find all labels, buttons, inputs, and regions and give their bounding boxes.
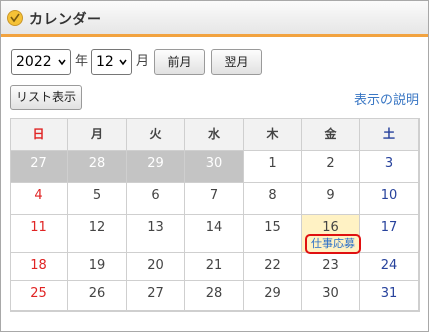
day-number: 28 (88, 156, 106, 171)
day-number: 31 (380, 286, 398, 301)
chevron-down-icon (119, 59, 127, 66)
weekday-header: 月 (68, 118, 127, 151)
calendar-day-cell[interactable]: 31 (360, 281, 419, 311)
calendar-day-cell[interactable]: 1 (244, 151, 302, 183)
month-select[interactable]: 12 (91, 49, 132, 75)
calendar-day-cell[interactable]: 12 (68, 215, 127, 253)
calendar-day-cell[interactable]: 29 (127, 151, 185, 183)
day-number: 4 (34, 188, 43, 203)
day-number: 26 (88, 286, 106, 301)
calendar-day-cell[interactable]: 28 (68, 151, 127, 183)
day-number: 3 (384, 156, 394, 171)
day-number: 6 (151, 188, 160, 203)
header-accent-line (1, 34, 428, 37)
calendar-day-cell[interactable]: 6 (127, 183, 185, 215)
calendar-day-cell[interactable]: 27 (10, 151, 68, 183)
day-number: 2 (326, 156, 335, 171)
calendar-day-cell[interactable]: 20 (127, 253, 185, 281)
next-month-button[interactable]: 翌月 (211, 49, 262, 75)
day-number: 9 (326, 188, 335, 203)
day-number: 17 (380, 220, 398, 235)
month-unit-label: 月 (136, 54, 150, 69)
calendar-day-cell[interactable]: 15 (244, 215, 302, 253)
weekday-header: 水 (185, 118, 244, 151)
calendar-day-cell[interactable]: 14 (185, 215, 244, 253)
day-number: 5 (92, 188, 102, 203)
calendar-day-cell[interactable]: 27 (127, 281, 185, 311)
day-number: 19 (88, 258, 106, 273)
calendar-day-cell[interactable]: 19 (68, 253, 127, 281)
calendar-day-cell[interactable]: 17 (360, 215, 419, 253)
calendar-day-cell[interactable]: 30 (302, 281, 360, 311)
calendar-day-cell[interactable]: 25 (10, 281, 68, 311)
day-number: 25 (30, 286, 47, 301)
calendar-day-cell[interactable]: 29 (244, 281, 302, 311)
day-number: 21 (205, 258, 223, 273)
calendar-day-cell[interactable]: 24 (360, 253, 419, 281)
day-number: 10 (380, 188, 398, 203)
day-number: 13 (147, 220, 164, 235)
weekday-header: 金 (302, 118, 360, 151)
display-help-link[interactable]: 表示の説明 (354, 89, 419, 108)
day-number: 28 (205, 286, 223, 301)
month-select-value: 12 (96, 54, 114, 70)
calendar-day-cell[interactable]: 7 (185, 183, 244, 215)
weekday-header: 木 (244, 118, 302, 151)
day-number: 29 (147, 156, 164, 171)
day-number: 12 (88, 220, 106, 235)
day-number: 22 (264, 258, 281, 273)
day-number: 1 (268, 156, 277, 171)
calendar-day-cell[interactable]: 22 (244, 253, 302, 281)
calendar-day-cell[interactable]: 21 (185, 253, 244, 281)
calendar-day-cell[interactable]: 11 (10, 215, 68, 253)
day-number: 29 (264, 286, 281, 301)
day-number: 8 (268, 188, 277, 203)
day-number: 23 (322, 258, 339, 273)
day-number: 27 (147, 286, 164, 301)
day-number: 15 (264, 220, 281, 235)
window-header: カレンダー (1, 1, 428, 34)
weekday-header: 火 (127, 118, 185, 151)
calendar-day-cell[interactable]: 13 (127, 215, 185, 253)
calendar-day-cell[interactable]: 4 (10, 183, 68, 215)
calendar-grid: 日月火水木金土 27 28 29 30 1 2 3 4 5 6 7 8 9 10 11 12 13 14 15 16 17… (10, 118, 419, 311)
calendar-day-cell[interactable]: 30 (185, 151, 244, 183)
calendar-day-cell[interactable]: 26 (68, 281, 127, 311)
day-number: 7 (209, 188, 219, 203)
calendar-day-cell[interactable]: 2 (302, 151, 360, 183)
calendar-event[interactable]: 仕事応募 (307, 236, 359, 252)
calendar-day-cell[interactable]: 9 (302, 183, 360, 215)
day-number: 30 (322, 286, 339, 301)
weekday-header: 土 (360, 118, 419, 151)
day-number: 18 (30, 258, 47, 273)
day-number: 16 (322, 220, 339, 235)
weekday-header: 日 (10, 118, 68, 151)
window-title: カレンダー (29, 12, 102, 28)
day-number: 20 (147, 258, 164, 273)
year-select-value: 2022 (16, 54, 52, 70)
day-number: 30 (205, 156, 223, 171)
calendar-icon (7, 10, 23, 26)
prev-month-button[interactable]: 前月 (154, 49, 205, 75)
calendar-day-cell[interactable]: 3 (360, 151, 419, 183)
calendar-day-cell[interactable]: 10 (360, 183, 419, 215)
day-number: 24 (380, 258, 398, 273)
day-number: 14 (205, 220, 223, 235)
calendar-day-cell[interactable]: 5 (68, 183, 127, 215)
calendar-day-cell[interactable]: 8 (244, 183, 302, 215)
calendar-day-cell[interactable]: 23 (302, 253, 360, 281)
chevron-down-icon (58, 59, 66, 66)
year-unit-label: 年 (75, 54, 89, 69)
calendar-day-cell[interactable]: 28 (185, 281, 244, 311)
year-select[interactable]: 2022 (11, 49, 71, 75)
day-number: 11 (30, 220, 47, 235)
list-view-button[interactable]: リスト表示 (10, 85, 82, 110)
day-number: 27 (30, 156, 47, 171)
calendar-day-cell[interactable]: 18 (10, 253, 68, 281)
